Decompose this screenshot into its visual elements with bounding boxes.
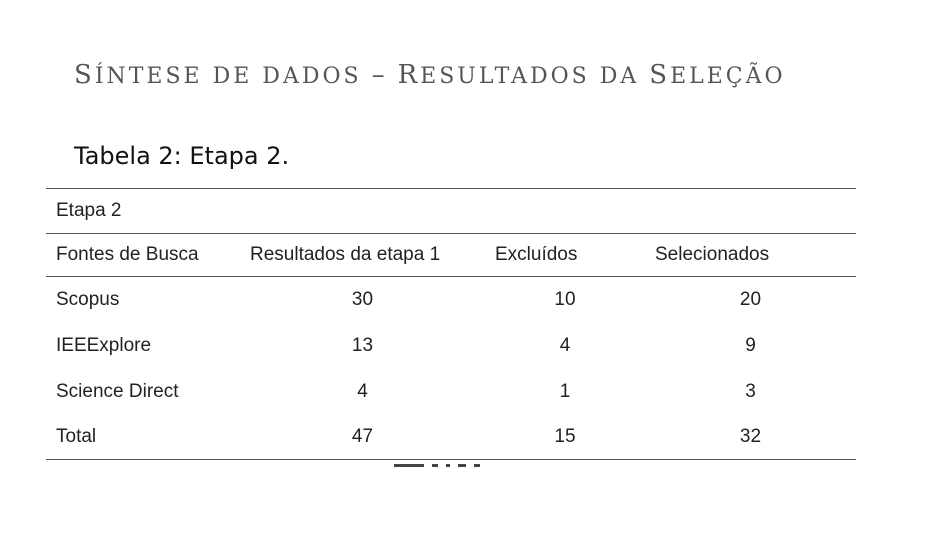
- total-label: Total: [46, 415, 240, 460]
- stage-label: Etapa 2: [46, 188, 240, 234]
- results-value: 13: [351, 335, 374, 356]
- total-results-value: 47: [240, 415, 485, 460]
- cropped-text-fragment: [394, 464, 494, 468]
- title-initial-s: S: [649, 60, 671, 90]
- table-row: Scopus 30 10 20: [46, 277, 856, 324]
- stage-empty-cell: [240, 188, 485, 234]
- selected-value: 20: [739, 289, 762, 310]
- source-name: Science Direct: [56, 381, 179, 402]
- source-name: Scopus: [56, 289, 120, 310]
- table-total-row: Total 47 15 32: [46, 415, 856, 460]
- title-space: [388, 64, 398, 89]
- excluded-value: 4: [559, 335, 571, 356]
- selected-value: 3: [745, 381, 756, 402]
- excluded-value: 1: [559, 381, 571, 402]
- results-value: 30: [351, 289, 374, 310]
- slide-title: SÍNTESE DE DADOS – RESULTADOS DA SELEÇÃO: [74, 60, 786, 90]
- title-part-3: ELEÇÃO: [670, 64, 786, 89]
- title-part-1: ÍNTESE DE DADOS: [94, 64, 372, 89]
- total-selected-value: 32: [645, 415, 856, 460]
- stage-empty-cell: [485, 188, 645, 234]
- table-row: IEEExplore 13 4 9: [46, 323, 856, 369]
- header-resultados-etapa-1: Resultados da etapa 1: [240, 233, 485, 277]
- excluded-value: 10: [554, 289, 576, 310]
- stage-empty-cell: [645, 188, 856, 234]
- table-row: Science Direct 4 1 3: [46, 369, 856, 415]
- results-table: Etapa 2 Fontes de Busca Resultados da et…: [46, 188, 856, 460]
- table-stage-row: Etapa 2: [46, 188, 856, 234]
- table-header-row: Fontes de Busca Resultados da etapa 1 Ex…: [46, 233, 856, 277]
- header-fontes-de-busca: Fontes de Busca: [46, 233, 240, 277]
- header-excluidos: Excluídos: [485, 233, 645, 277]
- selected-value: 9: [745, 335, 756, 356]
- title-part-2: ESULTADOS DA: [420, 64, 650, 89]
- title-initial: S: [74, 60, 95, 90]
- total-excluded-value: 15: [485, 415, 645, 460]
- table-caption: Tabela 2: Etapa 2.: [74, 142, 290, 170]
- title-initial-r: R: [397, 60, 421, 90]
- results-value: 4: [357, 381, 368, 402]
- header-selecionados: Selecionados: [645, 233, 856, 277]
- source-name: IEEExplore: [56, 335, 152, 356]
- title-dash: –: [371, 60, 388, 90]
